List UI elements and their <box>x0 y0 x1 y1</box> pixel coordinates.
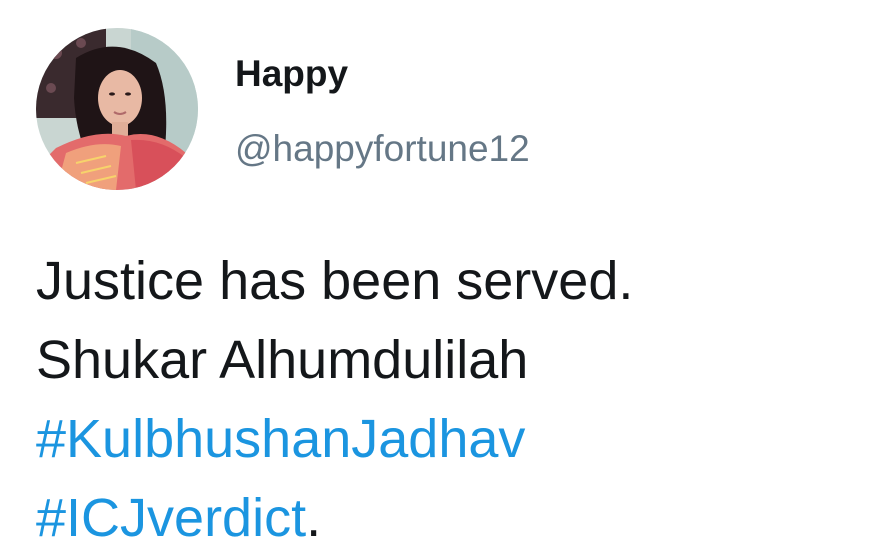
avatar[interactable] <box>36 28 198 190</box>
hashtag-kulbhushanjadhav-link[interactable]: #KulbhushanJadhav <box>36 409 525 469</box>
author-handle[interactable]: @happyfortune12 <box>235 127 530 171</box>
hashtag-line-2: #ICJverdict. <box>36 479 876 558</box>
hashtag-icjverdict-link[interactable]: #ICJverdict <box>36 488 306 548</box>
author-display-name[interactable]: Happy <box>235 52 348 96</box>
trailing-period: . <box>306 488 322 548</box>
tweet-card: Happy @happyfortune12 Justice has been s… <box>0 0 895 558</box>
tweet-text: Justice has been served. Shukar Alhumdul… <box>36 242 876 558</box>
tweet-text-line-1: Justice has been served. <box>36 251 634 311</box>
avatar-photo <box>36 28 198 190</box>
tweet-text-line-2: Shukar Alhumdulilah <box>36 330 529 390</box>
hashtag-line-1: #KulbhushanJadhav <box>36 400 876 479</box>
